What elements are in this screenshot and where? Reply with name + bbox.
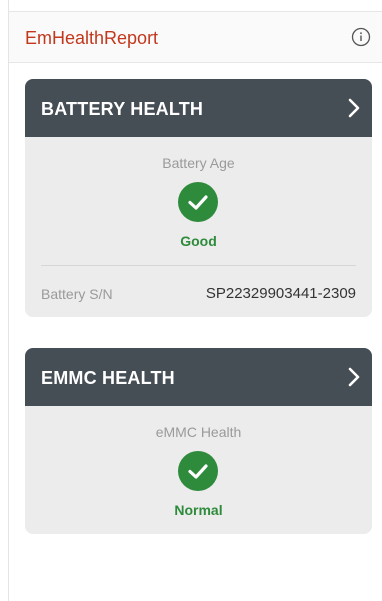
app-title: EmHealthReport xyxy=(25,28,159,48)
info-icon[interactable] xyxy=(351,27,371,47)
battery-status: Good xyxy=(180,233,217,249)
emmc-health-label: eMMC Health xyxy=(155,424,242,440)
battery-serial-value: SP22329903441-2309 xyxy=(205,285,356,302)
emmc-health-card: EMMC HEALTH eMMC Health Normal xyxy=(25,348,372,534)
battery-age-label: Battery Age xyxy=(162,155,235,171)
check-circle-icon xyxy=(178,451,218,491)
divider xyxy=(41,265,356,266)
emmc-health-header[interactable]: EMMC HEALTH xyxy=(25,348,372,406)
app-bar: EmHealthReport xyxy=(9,11,382,63)
emmc-status: Normal xyxy=(174,502,223,518)
battery-health-title: BATTERY HEALTH xyxy=(41,99,204,119)
app-screen: EmHealthReport BATTERY HEALTH Battery Ag… xyxy=(8,0,382,601)
emmc-health-title: EMMC HEALTH xyxy=(41,368,175,388)
battery-health-header[interactable]: BATTERY HEALTH xyxy=(25,79,372,137)
chevron-right-icon[interactable] xyxy=(346,97,362,119)
check-circle-icon xyxy=(178,182,218,222)
battery-serial-label: Battery S/N xyxy=(41,286,113,302)
battery-health-card: BATTERY HEALTH Battery Age Good Battery … xyxy=(25,79,372,317)
chevron-right-icon[interactable] xyxy=(346,366,362,388)
